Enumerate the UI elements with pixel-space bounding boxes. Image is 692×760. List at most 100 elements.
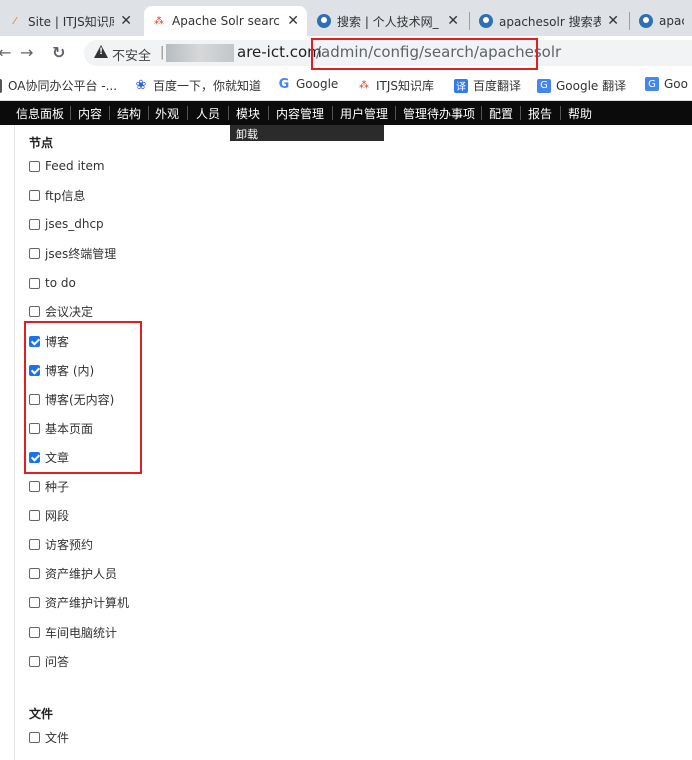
admin-menu-config[interactable]: 配置 xyxy=(489,105,513,122)
option-label: 车间电脑统计 xyxy=(45,625,118,640)
checkbox-option[interactable]: 访客预约 xyxy=(29,535,93,553)
checkbox-option[interactable]: ftp信息 xyxy=(29,186,85,204)
checkbox-option[interactable]: 文件 xyxy=(29,728,69,746)
admin-menu-modules[interactable]: 模块 xyxy=(236,105,260,122)
option-label: jses终端管理 xyxy=(45,246,117,261)
admin-menu-help[interactable]: 帮助 xyxy=(568,105,592,122)
tab-apach[interactable]: apach xyxy=(631,6,692,36)
bookmark-label: Google 翻译 xyxy=(556,79,627,93)
checkbox[interactable] xyxy=(29,509,40,521)
checkbox[interactable] xyxy=(29,305,40,317)
menu-divider xyxy=(481,106,482,120)
bookmark-google-translate[interactable]: G Google 翻译 xyxy=(537,77,626,94)
checkbox[interactable] xyxy=(29,567,40,579)
option-label: 访客预约 xyxy=(45,537,94,552)
admin-menu-people[interactable]: 人员 xyxy=(196,105,220,122)
checkbox[interactable] xyxy=(29,731,40,743)
admin-menu-content[interactable]: 内容 xyxy=(78,105,102,122)
admin-menu-reports[interactable]: 报告 xyxy=(528,105,552,122)
bookmark-google[interactable]: G Google xyxy=(277,77,339,92)
menu-divider xyxy=(332,106,333,120)
checkbox[interactable] xyxy=(29,480,40,492)
reload-icon[interactable]: ↻ xyxy=(52,43,65,62)
checkbox-option[interactable]: jses_dhcp xyxy=(29,215,104,233)
close-icon[interactable]: ✕ xyxy=(120,13,132,29)
checkbox-option[interactable]: to do xyxy=(29,274,76,292)
menu-divider xyxy=(268,106,269,120)
checkbox-option[interactable]: 问答 xyxy=(29,652,69,670)
menu-divider xyxy=(187,106,188,120)
solr-favicon-icon: ⁂ xyxy=(359,80,369,91)
option-label: ftp信息 xyxy=(45,188,86,203)
checkbox[interactable] xyxy=(29,247,40,259)
tab-site-itjs[interactable]: ⁄ Site | ITJS知识库 ✕ xyxy=(0,6,140,36)
bookmark-baidu-translate[interactable]: 译 百度翻译 xyxy=(454,77,521,94)
menu-divider xyxy=(395,106,396,120)
checkbox[interactable] xyxy=(29,160,40,172)
admin-menu-appearance[interactable]: 外观 xyxy=(155,105,179,122)
menu-divider xyxy=(560,106,561,120)
back-arrow-icon[interactable]: ← xyxy=(0,43,11,62)
checkbox[interactable] xyxy=(29,538,40,550)
tab-strip: ⁄ Site | ITJS知识库 ✕ ⁂ Apache Solr searc ✕… xyxy=(0,0,692,36)
option-label: 网段 xyxy=(45,508,70,523)
checkbox[interactable] xyxy=(29,655,40,667)
drupal-drop-icon xyxy=(317,14,331,28)
bookmark-label: ITJS知识库 xyxy=(376,79,435,93)
tab-apachesolr-form[interactable]: apachesolr 搜索表 ✕ xyxy=(471,6,627,36)
close-icon[interactable]: ✕ xyxy=(447,13,459,29)
bookmark-label: 百度一下，你就知道 xyxy=(153,79,262,93)
bookmark-oa[interactable]: OA协同办公平台 -... xyxy=(0,77,117,94)
option-label: to do xyxy=(45,276,76,290)
menu-divider xyxy=(228,106,229,120)
checkbox-option[interactable]: 网段 xyxy=(29,506,69,524)
url-host[interactable]: are-ict.com xyxy=(237,43,322,61)
google-translate-icon: G xyxy=(645,77,659,91)
checkbox-option[interactable]: 资产维护计算机 xyxy=(29,593,129,611)
admin-menu-bar: 信息面板 内容 结构 外观 人员 模块 内容管理 用户管理 管理待办事项 配置 … xyxy=(0,101,692,125)
admin-menu-user-mgmt[interactable]: 用户管理 xyxy=(340,105,388,122)
option-label: 种子 xyxy=(45,479,70,494)
menu-divider xyxy=(70,106,71,120)
bookmark-label: Google xyxy=(296,77,339,91)
bookmarks-bar: OA协同办公平台 -... ❀ 百度一下，你就知道 G Google ⁂ ITJ… xyxy=(0,70,692,101)
checkbox[interactable] xyxy=(29,596,40,608)
checkbox[interactable] xyxy=(29,277,40,289)
site-favicon-icon: ⁄ xyxy=(14,15,16,27)
checked-options-highlight-box xyxy=(24,321,142,474)
checkbox-option[interactable]: Feed item xyxy=(29,157,105,175)
checkbox-option[interactable]: 会议决定 xyxy=(29,302,93,320)
folder-icon xyxy=(0,78,2,93)
tab-label: apach xyxy=(659,14,684,28)
checkbox-option[interactable]: 车间电脑统计 xyxy=(29,623,117,641)
checkbox-option[interactable]: 资产维护人员 xyxy=(29,564,117,582)
address-separator: | xyxy=(160,45,165,60)
security-label[interactable]: 不安全 xyxy=(112,45,151,64)
close-icon[interactable]: ✕ xyxy=(287,13,299,29)
checkbox[interactable] xyxy=(29,626,40,638)
checkbox[interactable] xyxy=(29,218,40,230)
checkbox-option[interactable]: 种子 xyxy=(29,477,69,495)
checkbox[interactable] xyxy=(29,189,40,201)
checkbox-option[interactable]: jses终端管理 xyxy=(29,244,116,262)
admin-menu-todo[interactable]: 管理待办事项 xyxy=(403,105,475,122)
menu-divider xyxy=(109,106,110,120)
tab-apache-solr[interactable]: ⁂ Apache Solr searc ✕ xyxy=(144,6,307,36)
tab-search-personal[interactable]: 搜索 | 个人技术网_ ✕ xyxy=(309,6,467,36)
tab-label: Site | ITJS知识库 xyxy=(28,14,115,29)
admin-menu-structure[interactable]: 结构 xyxy=(117,105,141,122)
option-label: 资产维护计算机 xyxy=(45,595,130,610)
bookmark-label: OA协同办公平台 -... xyxy=(8,79,118,93)
close-icon[interactable]: ✕ xyxy=(607,13,619,29)
option-label: Feed item xyxy=(45,159,105,173)
forward-arrow-icon[interactable]: → xyxy=(20,43,33,62)
bookmark-baidu[interactable]: ❀ 百度一下，你就知道 xyxy=(134,77,261,94)
warning-icon[interactable] xyxy=(94,45,108,58)
admin-menu-dashboard[interactable]: 信息面板 xyxy=(16,105,64,122)
bookmark-google-more[interactable]: G Goo xyxy=(645,77,688,91)
bookmark-itjs[interactable]: ⁂ ITJS知识库 xyxy=(357,77,434,94)
admin-menu-content-mgmt[interactable]: 内容管理 xyxy=(276,105,324,122)
drupal-drop-icon xyxy=(639,14,653,28)
tab-label: 搜索 | 个人技术网_ xyxy=(337,14,439,29)
section-title-node: 节点 xyxy=(29,136,54,150)
